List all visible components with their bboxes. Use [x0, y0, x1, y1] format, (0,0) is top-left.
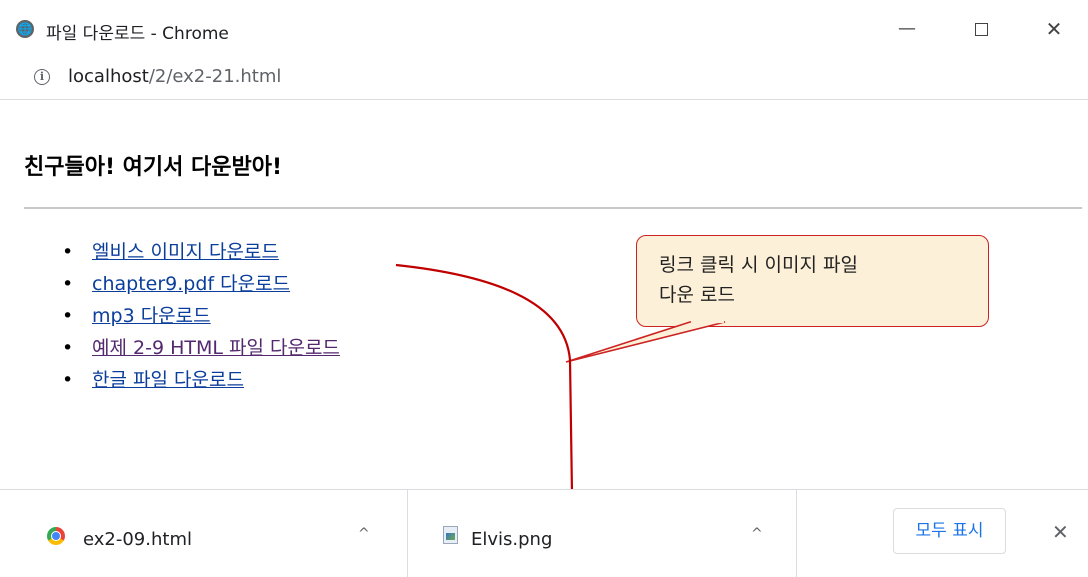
list-item: chapter9.pdf 다운로드	[62, 268, 340, 300]
callout-line-1: 링크 클릭 시 이미지 파일	[659, 254, 858, 276]
url-path: /2/ex2-21.html	[148, 66, 282, 87]
page-heading: 친구들아! 여기서 다운받아!	[24, 155, 283, 180]
link-mp3[interactable]: mp3 다운로드	[92, 305, 211, 327]
download-link-list: 엘비스 이미지 다운로드 chapter9.pdf 다운로드 mp3 다운로드 …	[62, 236, 340, 396]
link-chapter9-pdf[interactable]: chapter9.pdf 다운로드	[92, 273, 290, 295]
info-icon[interactable]: i	[34, 69, 50, 85]
globe-icon: 🌐	[16, 20, 34, 38]
chrome-icon	[47, 527, 65, 545]
download-item[interactable]: Elvis.png ^	[409, 490, 797, 577]
download-file-name: ex2-09.html	[83, 529, 192, 550]
list-item: 엘비스 이미지 다운로드	[62, 236, 340, 268]
url-host: localhost	[68, 66, 149, 87]
callout-line-2: 다운 로드	[659, 284, 735, 306]
list-item: 예제 2-9 HTML 파일 다운로드	[62, 332, 340, 364]
list-item: mp3 다운로드	[62, 300, 340, 332]
chevron-up-icon[interactable]: ^	[358, 526, 370, 542]
minimize-button[interactable]: —	[892, 14, 922, 44]
close-icon[interactable]: ✕	[1052, 520, 1069, 544]
maximize-icon	[974, 22, 988, 36]
link-example-html[interactable]: 예제 2-9 HTML 파일 다운로드	[92, 337, 340, 359]
image-file-icon	[443, 526, 458, 544]
download-file-name: Elvis.png	[471, 529, 553, 550]
url-text[interactable]: localhost/2/ex2-21.html	[68, 66, 281, 87]
browser-window: 🌐 파일 다운로드 - Chrome — ✕ i localhost/2/ex2…	[0, 0, 1088, 577]
list-item: 한글 파일 다운로드	[62, 364, 340, 396]
chevron-up-icon[interactable]: ^	[751, 526, 763, 542]
maximize-button[interactable]	[966, 14, 996, 44]
link-hangul-file[interactable]: 한글 파일 다운로드	[92, 369, 244, 391]
show-all-button[interactable]: 모두 표시	[893, 508, 1006, 554]
annotation-callout: 링크 클릭 시 이미지 파일 다운 로드	[636, 235, 989, 327]
window-title: 파일 다운로드 - Chrome	[46, 24, 229, 44]
title-bar: 🌐 파일 다운로드 - Chrome — ✕	[0, 0, 1088, 56]
download-item[interactable]: ex2-09.html ^	[0, 490, 408, 577]
horizontal-rule	[24, 207, 1082, 209]
link-elvis-image[interactable]: 엘비스 이미지 다운로드	[92, 241, 279, 263]
close-button[interactable]: ✕	[1039, 14, 1069, 44]
